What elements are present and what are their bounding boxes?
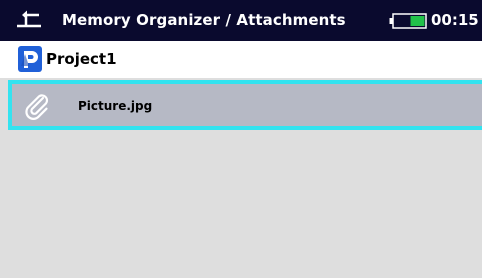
page-title: Memory Organizer / Attachments (62, 11, 346, 29)
attachment-item[interactable]: Picture.jpg (8, 80, 482, 130)
battery-level-fill (410, 16, 425, 26)
paperclip-icon (25, 94, 49, 120)
battery-icon (389, 13, 427, 29)
header-bar: Memory Organizer / Attachments 00:15 (0, 0, 482, 41)
attachment-label: Picture.jpg (78, 99, 153, 113)
clock-time: 00:15 (431, 11, 479, 29)
project-icon (18, 46, 42, 72)
project-row[interactable]: Project1 (0, 41, 482, 78)
project-name: Project1 (46, 50, 117, 68)
back-arrow-icon[interactable] (14, 7, 44, 33)
